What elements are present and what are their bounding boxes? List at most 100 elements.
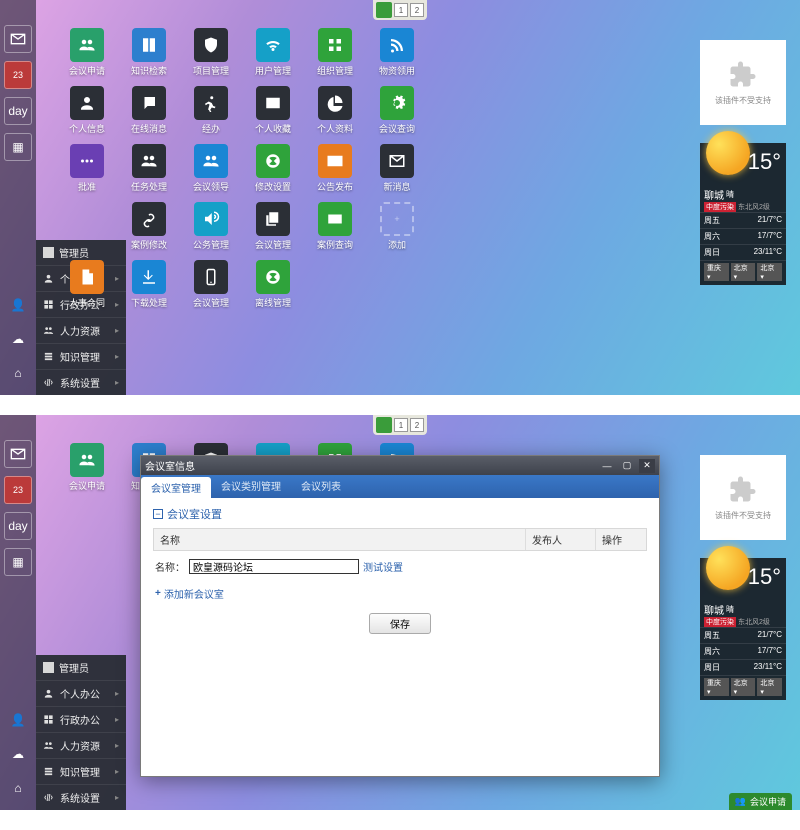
tile-物资领用[interactable]: 物资领用: [366, 28, 428, 86]
menu-item-1[interactable]: 行政办公▸: [36, 706, 126, 732]
dots-icon: [70, 144, 104, 178]
tile-经办[interactable]: 经办: [180, 86, 242, 144]
location-select[interactable]: 北京 ▾: [757, 678, 782, 696]
forecast-day: 周六: [704, 646, 720, 657]
tile-label: 批准: [78, 180, 96, 193]
desktop-pager[interactable]: 1 2: [373, 0, 427, 20]
pager-page-1[interactable]: 1: [394, 418, 408, 432]
weather-widget[interactable]: 15° 聊城 晴 中度污染 东北风2级 周五21/7°C周六17/7°C周日23…: [700, 143, 786, 285]
tile-公务管理[interactable]: 公务管理: [180, 202, 242, 260]
menu-item-0[interactable]: 个人办公▸: [36, 680, 126, 706]
add-widget-icon[interactable]: ▦: [4, 133, 32, 161]
tab-room-manage[interactable]: 会议室管理: [141, 477, 211, 498]
tab-list[interactable]: 会议列表: [291, 475, 351, 498]
tile-组织管理[interactable]: 组织管理: [304, 28, 366, 86]
day-icon[interactable]: day: [4, 512, 32, 540]
tile-用户管理[interactable]: 用户管理: [242, 28, 304, 86]
day-icon[interactable]: day: [4, 97, 32, 125]
tile-人事合同[interactable]: 人事合同: [56, 260, 118, 318]
location-select[interactable]: 重庆 ▾: [704, 263, 729, 281]
mail-icon[interactable]: [4, 440, 32, 468]
mail-icon[interactable]: [4, 25, 32, 53]
desktop-pager[interactable]: 1 2: [373, 415, 427, 435]
tile-案例查询[interactable]: 案例查询: [304, 202, 366, 260]
menu-item-4[interactable]: 系统设置▸: [36, 369, 126, 395]
location-select[interactable]: 北京 ▾: [731, 263, 756, 281]
close-button[interactable]: ✕: [639, 459, 655, 473]
add-widget-icon[interactable]: ▦: [4, 548, 32, 576]
tile-知识检索[interactable]: 知识检索: [118, 28, 180, 86]
tile-下载处理[interactable]: 下载处理: [118, 260, 180, 318]
tile-label: 会议管理: [255, 238, 291, 251]
tile-label: 会议查询: [379, 122, 415, 135]
meeting-room-dialog: 会议室信息 — ▢ ✕ 会议室管理 会议类别管理 会议列表 − 会议室设置 名称…: [140, 455, 660, 777]
desktop-screen-1: 1 2 23 day ▦ 👤 ☁ ⌂ 管理员 个人办公▸行政办公▸人力资源▸知识…: [0, 0, 800, 395]
tile-修改设置[interactable]: 修改设置: [242, 144, 304, 202]
home-icon[interactable]: ⌂: [4, 774, 32, 802]
tile-会议管理[interactable]: 会议管理: [180, 260, 242, 318]
pager-page-2[interactable]: 2: [410, 3, 424, 17]
dialog-titlebar[interactable]: 会议室信息 — ▢ ✕: [141, 456, 659, 475]
forecast-temp: 21/7°C: [757, 215, 782, 226]
tile-添加[interactable]: +添加: [366, 202, 428, 260]
tile-公告发布[interactable]: 公告发布: [304, 144, 366, 202]
tile-会议管理[interactable]: 会议管理: [242, 202, 304, 260]
cloud-mini-icon[interactable]: ☁: [4, 740, 32, 768]
menu-item-3[interactable]: 知识管理 ▸: [36, 343, 126, 369]
pager-page-2[interactable]: 2: [410, 418, 424, 432]
tile-任务处理[interactable]: 任务处理: [118, 144, 180, 202]
rss-icon: [380, 28, 414, 62]
forecast-row: 周六17/7°C: [700, 643, 786, 659]
tile-案例修改[interactable]: 案例修改: [118, 202, 180, 260]
tile-会议申请[interactable]: 会议申请: [56, 28, 118, 86]
menu-label: 知识管理: [60, 349, 100, 364]
menu-item-3[interactable]: 知识管理▸: [36, 758, 126, 784]
tile-个人信息[interactable]: 个人信息: [56, 86, 118, 144]
location-select[interactable]: 重庆 ▾: [704, 678, 729, 696]
add-room-link[interactable]: + 添加新会议室: [153, 582, 647, 605]
weather-widget[interactable]: 15° 聊城 晴 中度污染 东北风2级 周五21/7°C周六17/7°C周日23…: [700, 558, 786, 700]
tile-会议查询[interactable]: 会议查询: [366, 86, 428, 144]
location-select[interactable]: 北京 ▾: [757, 263, 782, 281]
sound-icon: [194, 202, 228, 236]
tile-新消息[interactable]: 新消息: [366, 144, 428, 202]
users-icon: [70, 443, 104, 477]
chevron-right-icon: ▸: [115, 741, 119, 750]
tile-label: 修改设置: [255, 180, 291, 193]
tile-label: 会议管理: [193, 296, 229, 309]
tab-category[interactable]: 会议类别管理: [211, 475, 291, 498]
calendar-icon[interactable]: 23: [4, 476, 32, 504]
weather-temp: 15°: [748, 149, 781, 175]
user-mini-icon[interactable]: 👤: [4, 706, 32, 734]
home-icon[interactable]: ⌂: [4, 359, 32, 387]
menu-item-4[interactable]: 系统设置▸: [36, 784, 126, 810]
location-select[interactable]: 北京 ▾: [731, 678, 756, 696]
minimize-button[interactable]: —: [599, 459, 615, 473]
maximize-button[interactable]: ▢: [619, 459, 635, 473]
save-button[interactable]: 保存: [369, 613, 431, 634]
link-icon: [132, 202, 166, 236]
room-name-input[interactable]: [189, 559, 359, 574]
user-icon: [70, 86, 104, 120]
chevron-right-icon: ▸: [115, 352, 119, 361]
test-link[interactable]: 测试设置: [363, 559, 403, 574]
tile-项目管理[interactable]: 项目管理: [180, 28, 242, 86]
collapse-icon[interactable]: −: [153, 509, 163, 519]
forecast-row: 周日23/11°C: [700, 659, 786, 675]
user-mini-icon[interactable]: 👤: [4, 291, 32, 319]
calendar-icon[interactable]: 23: [4, 61, 32, 89]
menu-item-2[interactable]: 人力资源▸: [36, 732, 126, 758]
tile-会议申请[interactable]: 会议申请: [56, 443, 118, 501]
tile-在线消息[interactable]: 在线消息: [118, 86, 180, 144]
cloud-mini-icon[interactable]: ☁: [4, 325, 32, 353]
tile-个人资料[interactable]: 个人资料: [304, 86, 366, 144]
taskbar-item[interactable]: 👥 会议申请: [729, 793, 792, 810]
tile-离线管理[interactable]: 离线管理: [242, 260, 304, 318]
tile-会议领导[interactable]: 会议领导: [180, 144, 242, 202]
menu-item-2[interactable]: 人力资源▸: [36, 317, 126, 343]
tile-批准[interactable]: 批准: [56, 144, 118, 202]
tile-个人收藏[interactable]: 个人收藏: [242, 86, 304, 144]
desktop-grid: 会议申请知识检索项目管理用户管理组织管理物资领用个人信息在线消息经办个人收藏个人…: [56, 28, 490, 318]
section-header[interactable]: − 会议室设置: [153, 506, 647, 522]
pager-page-1[interactable]: 1: [394, 3, 408, 17]
